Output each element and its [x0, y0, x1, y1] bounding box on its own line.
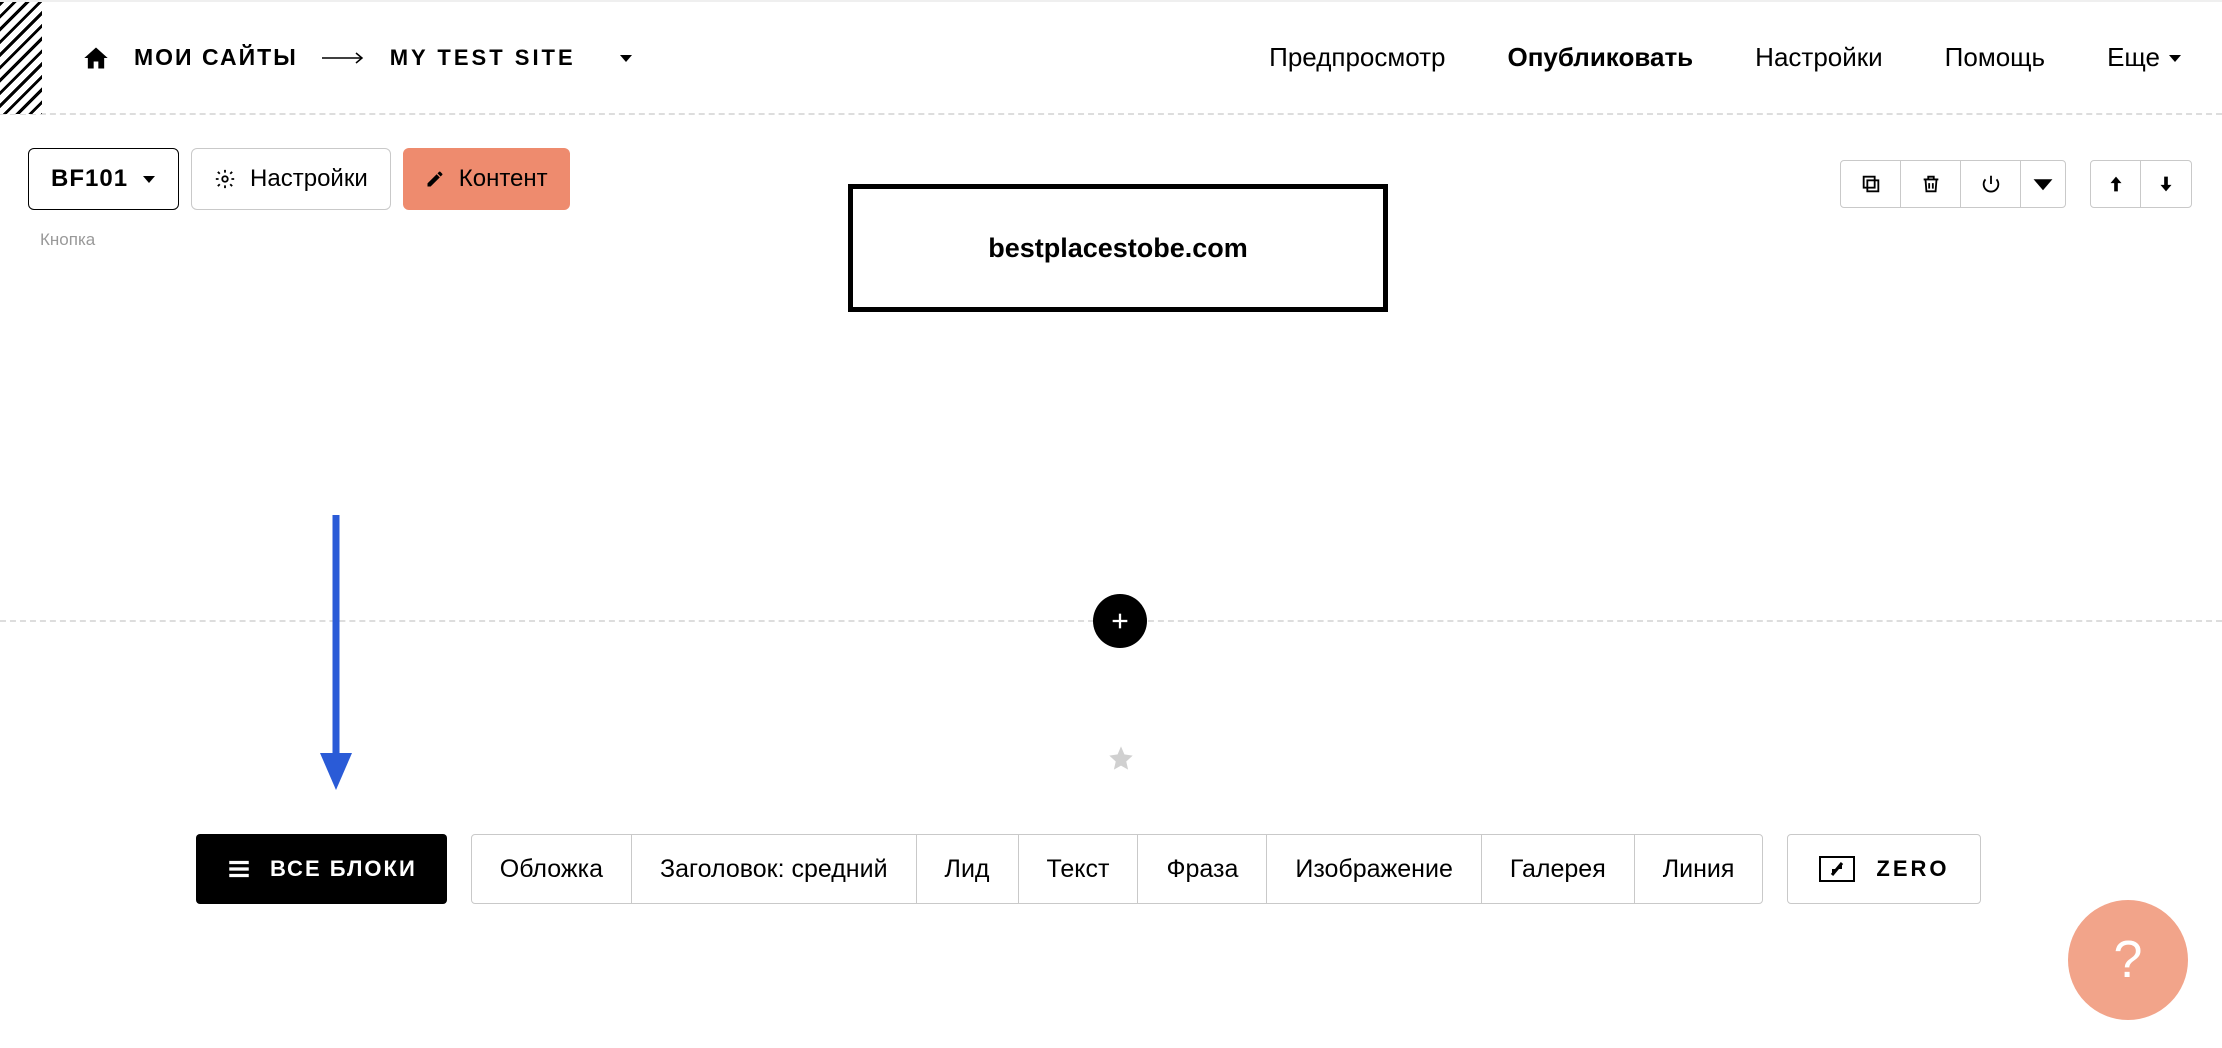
top-bar: МОИ САЙТЫ MY TEST SITE Предпросмотр Опуб… [0, 0, 2222, 115]
block-code-dropdown[interactable]: BF101 [28, 148, 179, 210]
zero-block-button[interactable]: ZERO [1787, 834, 1980, 904]
power-icon [1980, 173, 2002, 195]
site-button-text: bestplacestobe.com [988, 233, 1248, 264]
block-sublabel: Кнопка [40, 230, 95, 250]
block-content-button[interactable]: Контент [403, 148, 570, 210]
star-icon [1107, 744, 1135, 772]
arrow-up-icon [2105, 173, 2127, 195]
block-type-phrase[interactable]: Фраза [1138, 835, 1267, 903]
block-content-label: Контент [459, 165, 548, 193]
zero-label: ZERO [1876, 856, 1949, 882]
nav-settings[interactable]: Настройки [1755, 42, 1883, 73]
hide-button[interactable] [1961, 161, 2021, 207]
caret-down-icon [142, 172, 156, 186]
duplicate-button[interactable] [1841, 161, 1901, 207]
block-type-text[interactable]: Текст [1019, 835, 1139, 903]
arrow-right-icon [322, 51, 366, 65]
block-types-group: Обложка Заголовок: средний Лид Текст Фра… [471, 834, 1764, 904]
annotation-arrow [316, 515, 356, 795]
caret-down-icon [2168, 51, 2182, 65]
add-block-button[interactable] [1093, 594, 1147, 648]
home-icon[interactable] [82, 44, 110, 72]
move-down-button[interactable] [2141, 161, 2191, 207]
all-blocks-label: ВСЕ БЛОКИ [270, 856, 417, 882]
nav-preview[interactable]: Предпросмотр [1269, 42, 1445, 73]
block-settings-label: Настройки [250, 165, 368, 193]
block-library-bar: ВСЕ БЛОКИ Обложка Заголовок: средний Лид… [196, 834, 1981, 904]
nav-more[interactable]: Еще [2107, 42, 2182, 73]
all-blocks-button[interactable]: ВСЕ БЛОКИ [196, 834, 447, 904]
help-button[interactable]: ? [2068, 900, 2188, 1020]
chevron-down-icon[interactable] [618, 50, 634, 66]
zero-icon [1818, 855, 1856, 883]
my-sites-link[interactable]: МОИ САЙТЫ [134, 44, 298, 71]
block-type-line[interactable]: Линия [1635, 835, 1763, 903]
plus-icon [1109, 610, 1131, 632]
nav-publish[interactable]: Опубликовать [1508, 42, 1694, 73]
block-actions [1840, 160, 2192, 208]
nav-help[interactable]: Помощь [1945, 42, 2045, 73]
more-actions-button[interactable] [2021, 161, 2065, 207]
action-group-main [1840, 160, 2066, 208]
block-type-gallery[interactable]: Галерея [1482, 835, 1635, 903]
action-group-move [2090, 160, 2192, 208]
site-button-element[interactable]: bestplacestobe.com [848, 184, 1388, 312]
block-toolbar: BF101 Настройки Контент [28, 148, 570, 210]
delete-button[interactable] [1901, 161, 1961, 207]
help-icon: ? [2114, 930, 2143, 990]
block-settings-button[interactable]: Настройки [191, 148, 391, 210]
caret-down-icon [2032, 173, 2054, 195]
block-type-lead[interactable]: Лид [917, 835, 1019, 903]
trash-icon [1920, 173, 1942, 195]
pencil-icon [425, 169, 445, 189]
move-up-button[interactable] [2091, 161, 2141, 207]
logo-pattern [0, 2, 42, 114]
block-type-heading[interactable]: Заголовок: средний [632, 835, 917, 903]
nav-more-label: Еще [2107, 42, 2160, 73]
breadcrumb: МОИ САЙТЫ MY TEST SITE [82, 44, 634, 72]
block-type-image[interactable]: Изображение [1267, 835, 1481, 903]
block-type-cover[interactable]: Обложка [472, 835, 632, 903]
block-code-label: BF101 [51, 165, 128, 193]
arrow-down-icon [2155, 173, 2177, 195]
copy-icon [1860, 173, 1882, 195]
menu-icon [226, 856, 252, 882]
site-name-dropdown[interactable]: MY TEST SITE [390, 45, 576, 71]
top-nav: Предпросмотр Опубликовать Настройки Помо… [1269, 42, 2182, 73]
favorite-star[interactable] [1107, 744, 1135, 777]
gear-icon [214, 168, 236, 190]
